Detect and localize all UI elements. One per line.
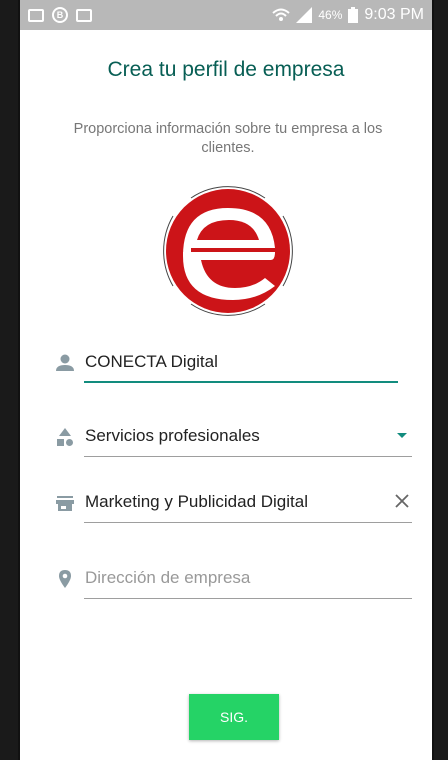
field-underline	[84, 598, 412, 599]
subcategory-field[interactable]: Marketing y Publicidad Digital	[20, 484, 432, 530]
page-title: Crea tu perfil de empresa	[107, 58, 345, 81]
field-underline	[84, 522, 412, 523]
image-icon	[76, 8, 92, 22]
status-bar: B 46% 9:03 PM	[20, 0, 432, 30]
battery-icon	[348, 7, 359, 23]
field-underline	[84, 456, 412, 457]
mail-icon	[28, 8, 44, 22]
signal-icon	[296, 7, 313, 23]
logo-image	[163, 186, 293, 316]
category-shapes-icon	[57, 428, 73, 446]
subcategory-value: Marketing y Publicidad Digital	[85, 492, 308, 511]
category-value: Servicios profesionales	[85, 426, 260, 445]
clock: 9:03 PM	[364, 6, 424, 23]
dropdown-arrow-icon[interactable]	[392, 425, 412, 445]
field-underline	[84, 381, 398, 383]
status-bar-right: 46% 9:03 PM	[272, 6, 424, 24]
business-name-input[interactable]: CONECTA Digital	[85, 352, 218, 372]
location-pin-icon	[59, 570, 71, 588]
clear-icon[interactable]	[392, 491, 412, 511]
device-screen: B 46% 9:03 PM Crea tu perfil de empresa …	[18, 0, 434, 760]
person-icon	[56, 354, 74, 371]
address-field[interactable]: Dirección de empresa	[20, 560, 432, 606]
store-icon	[56, 496, 74, 511]
battery-percent: 46%	[318, 8, 343, 22]
next-button[interactable]: SIG.	[189, 694, 279, 740]
status-bar-left: B	[28, 7, 92, 23]
bbm-icon: B	[52, 7, 68, 23]
wifi-icon	[272, 8, 291, 21]
address-input[interactable]: Dirección de empresa	[85, 568, 250, 588]
profile-photo[interactable]	[153, 176, 303, 326]
category-select[interactable]: Servicios profesionales	[20, 418, 432, 464]
page-subtitle: Proporciona información sobre tu empresa…	[73, 121, 383, 156]
business-name-field[interactable]: CONECTA Digital	[20, 344, 432, 390]
